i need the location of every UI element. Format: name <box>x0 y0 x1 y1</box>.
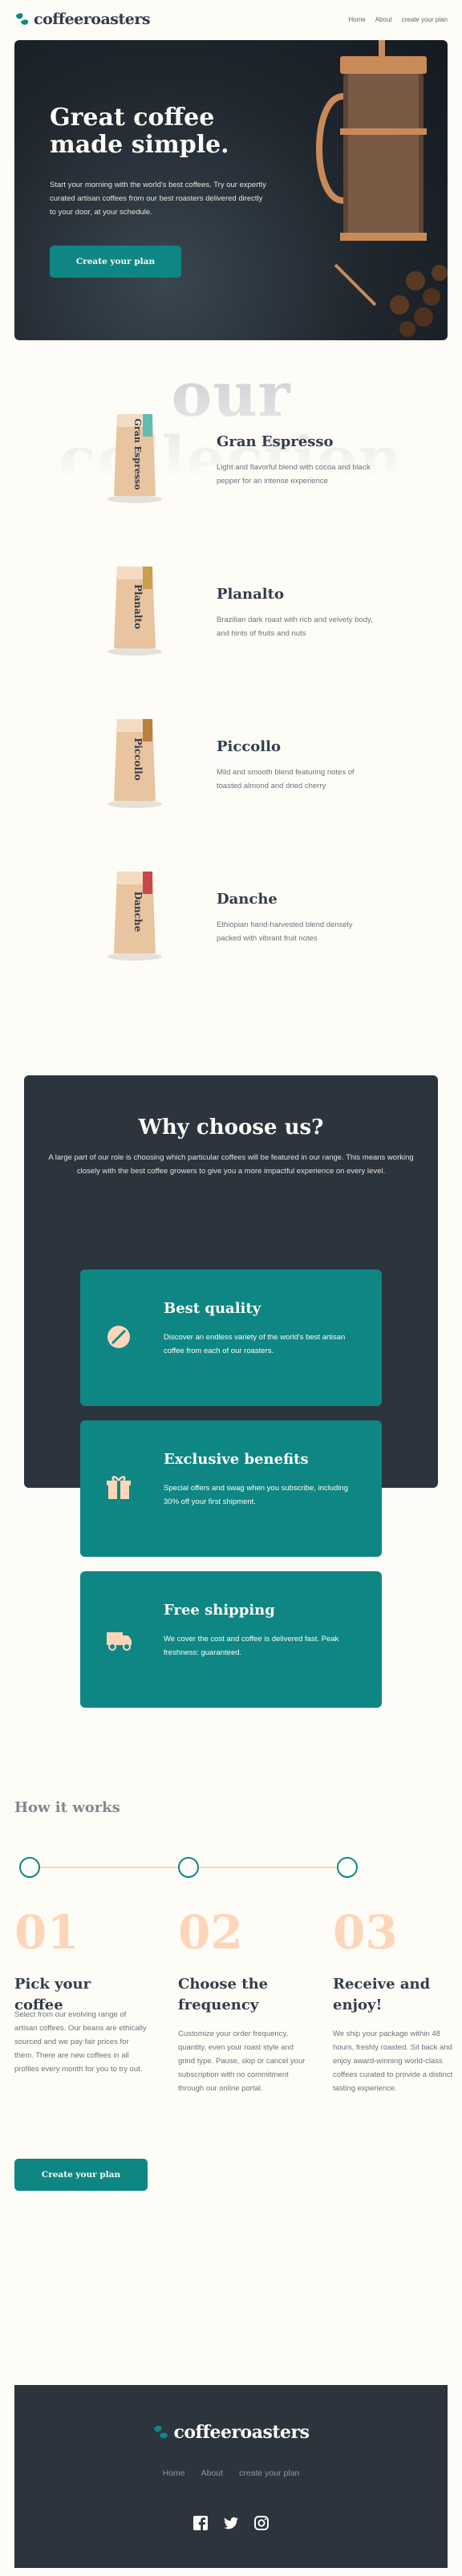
main-nav: Home About create your plan <box>348 16 448 23</box>
feature-text: We cover the cost and coffee is delivere… <box>164 1635 339 1657</box>
hero-create-plan-button[interactable]: Create your plan <box>50 246 181 278</box>
product-description: Brazilian dark roast with rich and velve… <box>217 616 373 638</box>
feature-title: Best quality <box>164 1300 261 1317</box>
svg-text:Piccollo: Piccollo <box>132 737 144 780</box>
footer-nav-home[interactable]: Home <box>163 2468 185 2478</box>
truck-icon <box>107 1632 132 1651</box>
coffee-bean-icon <box>107 1326 130 1348</box>
product-description: Light and flavorful blend with cocoa and… <box>217 463 371 486</box>
product-name: Gran Espresso <box>217 433 334 450</box>
step-title: Receive and enjoy! <box>333 1976 431 2013</box>
step-text: Customize your order frequency, quantity… <box>178 2030 306 2093</box>
hero-title: Great coffee made simple. <box>50 104 229 159</box>
svg-text:Danche: Danche <box>132 892 144 932</box>
coffee-bag-image: Planalto <box>107 567 162 656</box>
step-text: We ship your package within 48 hours, fr… <box>333 2030 453 2093</box>
step-number: 01 <box>14 1905 79 1960</box>
why-text: A large part of our role is choosing whi… <box>48 1153 414 1176</box>
product-item[interactable]: Gran Espresso Gran Espresso Light and fl… <box>0 409 462 530</box>
svg-text:Planalto: Planalto <box>132 584 144 629</box>
coffee-bag-image: Gran Espresso <box>107 414 162 503</box>
product-item[interactable]: Planalto Planalto Brazilian dark roast w… <box>0 562 462 682</box>
product-name: Danche <box>217 891 278 908</box>
step-title: Choose the frequency <box>178 1976 269 2013</box>
site-header: coffeeroasters Home About create your pl… <box>14 10 448 29</box>
feature-text: Special offers and swag when you subscri… <box>164 1484 349 1506</box>
step-text: Select from our evolving range of artisa… <box>14 2010 147 2074</box>
step-number: 03 <box>333 1905 398 1960</box>
logo[interactable]: coffeeroasters <box>14 10 151 28</box>
instagram-icon[interactable] <box>253 2515 270 2531</box>
feature-text: Discover an endless variety of the world… <box>164 1333 346 1355</box>
timeline-dot <box>337 1857 358 1878</box>
nav-about[interactable]: About <box>375 16 392 23</box>
site-footer: coffeeroasters Home About create your pl… <box>14 2385 448 2568</box>
french-press-image <box>316 40 448 337</box>
footer-nav: Home About create your plan <box>14 2468 448 2478</box>
coffee-bag-image: Piccollo <box>107 719 162 808</box>
svg-text:Gran Espresso: Gran Espresso <box>132 419 143 490</box>
coffee-logo-icon <box>154 2425 168 2439</box>
timeline-dot <box>178 1857 199 1878</box>
social-links <box>14 2515 448 2531</box>
hero-section: Great coffee made simple. Start your mor… <box>14 40 448 340</box>
product-name: Planalto <box>217 586 284 603</box>
footer-nav-about[interactable]: About <box>201 2468 223 2478</box>
feature-card-best-quality: Best quality Discover an endless variety… <box>80 1270 382 1406</box>
feature-card-exclusive-benefits: Exclusive benefits Special offers and sw… <box>80 1420 382 1557</box>
product-description: Mild and smooth blend featuring notes of… <box>217 768 355 790</box>
logo-text: coffeeroasters <box>34 10 151 28</box>
gift-icon <box>107 1476 131 1499</box>
footer-logo-text: coffeeroasters <box>173 2422 310 2443</box>
coffee-logo-icon <box>16 13 29 25</box>
how-create-plan-button[interactable]: Create your plan <box>14 2159 148 2191</box>
footer-nav-create-plan[interactable]: create your plan <box>239 2468 299 2478</box>
why-title: Why choose us? <box>138 1115 324 1140</box>
nav-create-plan[interactable]: create your plan <box>402 16 448 23</box>
product-item[interactable]: Piccollo Piccollo Mild and smooth blend … <box>0 714 462 835</box>
product-name: Piccollo <box>217 738 281 755</box>
nav-home[interactable]: Home <box>348 16 365 23</box>
bag-accent <box>143 414 152 437</box>
hero-text: Start your morning with the world's best… <box>50 181 266 217</box>
step-number: 02 <box>178 1905 243 1960</box>
coffee-bag-image: Danche <box>107 872 162 961</box>
product-description: Ethiopian hand-harvested blend densely p… <box>217 920 353 943</box>
product-item[interactable]: Danche Danche Ethiopian hand-harvested b… <box>0 867 462 987</box>
how-it-works-title: How it works <box>14 1799 120 1816</box>
feature-title: Free shipping <box>164 1602 275 1619</box>
twitter-icon[interactable] <box>223 2515 239 2531</box>
timeline-dot <box>19 1857 40 1878</box>
facebook-icon[interactable] <box>192 2515 209 2531</box>
feature-title: Exclusive benefits <box>164 1451 309 1468</box>
footer-logo[interactable]: coffeeroasters <box>14 2422 448 2443</box>
feature-card-free-shipping: Free shipping We cover the cost and coff… <box>80 1571 382 1708</box>
